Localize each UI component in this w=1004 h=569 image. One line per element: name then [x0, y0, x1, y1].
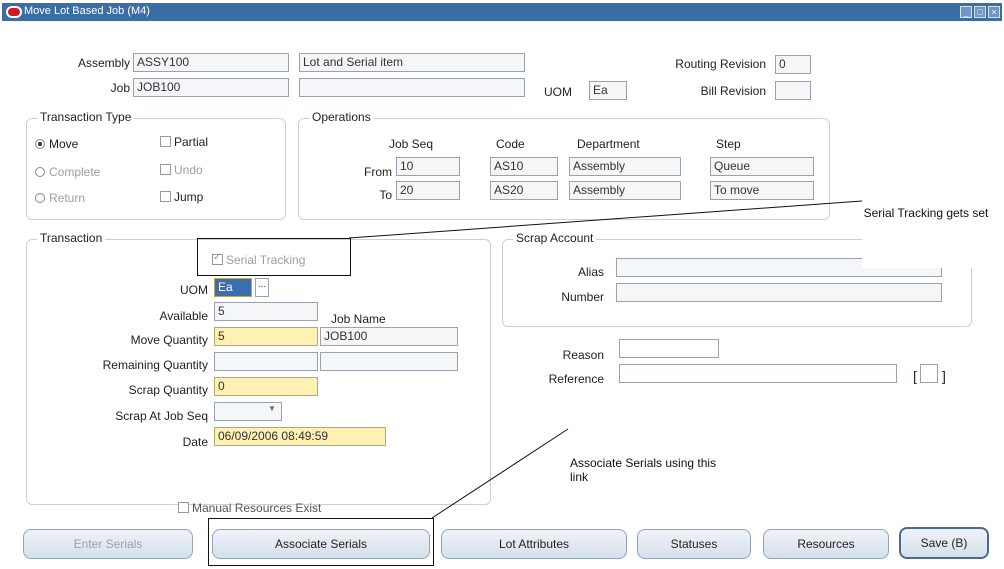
serial-tracking-callout: Serial Tracking gets set [862, 203, 990, 268]
associate-callout-line [431, 428, 569, 519]
serial-callout-line [348, 200, 863, 239]
window-title: Move Lot Based Job (M4) [24, 5, 150, 17]
minimize-icon[interactable]: _ [960, 6, 972, 18]
close-icon[interactable]: × [988, 6, 1000, 18]
callout-lines [348, 200, 863, 519]
application-window: Move Lot Based Job (M4) _ □ × Assembly A… [0, 0, 1004, 569]
oracle-logo-icon [6, 6, 22, 18]
title-bar: Move Lot Based Job (M4) _ □ × [2, 3, 1002, 21]
associate-serials-callout: Associate Serials using this link [568, 456, 730, 500]
form-body: Assembly ASSY100 Lot and Serial item Job… [2, 21, 1002, 567]
maximize-icon[interactable]: □ [974, 6, 986, 18]
